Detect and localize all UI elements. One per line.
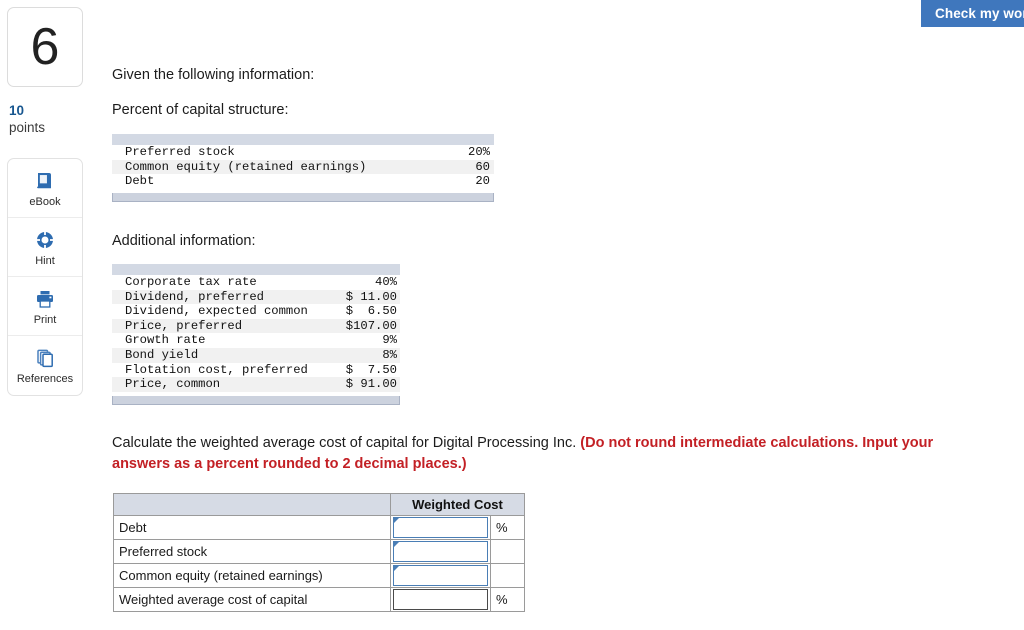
row-value: 60 (475, 159, 490, 174)
additional-information-table: Corporate tax rate 40% Dividend, preferr… (112, 264, 400, 405)
lifebuoy-icon (34, 228, 56, 252)
row-value: $107.00 (345, 318, 397, 333)
preferred-stock-weighted-cost-input[interactable] (393, 541, 488, 562)
answer-header-blank (113, 493, 391, 516)
answer-input-cell[interactable] (390, 515, 491, 540)
answer-table-header-row: Weighted Cost (113, 493, 525, 516)
tool-item-ebook[interactable]: eBook (8, 159, 82, 218)
tool-label-ebook: eBook (29, 195, 61, 208)
question-prompt: Calculate the weighted average cost of c… (112, 433, 974, 475)
row-value: 9% (382, 333, 397, 348)
table-row: Debt 20 (112, 174, 494, 189)
question-left-rail: 6 10 points eBook Hint Print References (7, 7, 85, 396)
table-row: Common equity (retained earnings) 60 (112, 159, 494, 175)
row-value: $ 6.50 (345, 304, 397, 319)
table-row: Corporate tax rate 40% (112, 275, 400, 290)
answer-unit-label: % (490, 587, 525, 612)
answer-unit-label (490, 539, 525, 564)
table-row: Price, preferred $107.00 (112, 318, 400, 334)
answer-row-label: Preferred stock (113, 539, 391, 564)
tool-rail: eBook Hint Print References (7, 158, 83, 396)
table-body: Corporate tax rate 40% Dividend, preferr… (112, 275, 400, 392)
question-number-value: 6 (30, 18, 60, 76)
table-row: Weighted average cost of capital % (113, 587, 525, 612)
printer-icon (34, 287, 56, 311)
percent-capital-structure-label: Percent of capital structure: (112, 102, 289, 118)
question-number-badge: 6 (7, 7, 83, 87)
row-label: Price, common (125, 377, 221, 392)
copy-pages-icon (34, 346, 56, 370)
given-information-label: Given the following information: (112, 67, 315, 83)
table-row: Dividend, preferred $ 11.00 (112, 289, 400, 305)
tool-label-hint: Hint (35, 254, 55, 267)
table-row: Bond yield 8% (112, 347, 400, 363)
points-value: 10 (9, 103, 25, 118)
capital-structure-table: Preferred stock 20% Common equity (retai… (112, 134, 494, 202)
row-value: 20% (468, 145, 490, 159)
answer-unit-label: % (490, 515, 525, 540)
points-block: 10 points (7, 103, 85, 136)
question-prompt-text: Calculate the weighted average cost of c… (112, 435, 581, 451)
tool-item-print[interactable]: Print (8, 277, 82, 336)
table-header-bar (112, 134, 494, 145)
row-value: $ 91.00 (345, 377, 397, 392)
row-value: $ 7.50 (345, 362, 397, 377)
row-label: Flotation cost, preferred (125, 362, 308, 377)
row-value: $ 11.00 (345, 289, 397, 304)
answer-input-cell[interactable] (390, 539, 491, 564)
row-label: Bond yield (125, 347, 199, 362)
row-label: Corporate tax rate (125, 275, 257, 289)
row-label: Debt (125, 174, 155, 189)
answer-header-weighted-cost: Weighted Cost (390, 493, 525, 516)
check-my-work-button[interactable]: Check my work (921, 0, 1024, 27)
answer-table: Weighted Cost Debt % Preferred stock Com… (113, 493, 525, 612)
row-label: Growth rate (125, 333, 206, 348)
row-label: Dividend, preferred (125, 289, 264, 304)
tool-label-print: Print (33, 313, 57, 326)
additional-information-label: Additional information: (112, 233, 256, 249)
table-header-bar (112, 264, 400, 275)
row-label: Preferred stock (125, 145, 235, 159)
row-value: 40% (375, 275, 397, 289)
table-row: Common equity (retained earnings) (113, 563, 525, 588)
debt-weighted-cost-input[interactable] (393, 517, 488, 538)
table-row: Debt % (113, 515, 525, 540)
common-equity-weighted-cost-input[interactable] (393, 565, 488, 586)
row-value: 8% (382, 347, 397, 362)
row-value: 20 (475, 174, 490, 189)
row-label: Price, preferred (125, 318, 243, 333)
answer-unit-label (490, 563, 525, 588)
row-label: Common equity (retained earnings) (125, 159, 367, 174)
ebook-icon (34, 169, 56, 193)
table-row: Preferred stock (113, 539, 525, 564)
table-row: Growth rate 9% (112, 333, 400, 348)
table-footer-bar (112, 395, 400, 405)
answer-input-cell[interactable] (390, 587, 491, 612)
answer-row-label: Weighted average cost of capital (113, 587, 391, 612)
answer-row-label: Common equity (retained earnings) (113, 563, 391, 588)
tool-label-references: References (16, 373, 74, 385)
table-row: Preferred stock 20% (112, 145, 494, 160)
row-label: Dividend, expected common (125, 304, 308, 319)
table-footer-bar (112, 192, 494, 202)
wacc-input[interactable] (393, 589, 488, 610)
answer-row-label: Debt (113, 515, 391, 540)
table-row: Dividend, expected common $ 6.50 (112, 304, 400, 319)
table-row: Price, common $ 91.00 (112, 377, 400, 392)
table-row: Flotation cost, preferred $ 7.50 (112, 363, 400, 378)
tool-item-references[interactable]: References (8, 336, 82, 395)
tool-item-hint[interactable]: Hint (8, 218, 82, 277)
points-label: points (9, 120, 46, 135)
answer-input-cell[interactable] (390, 563, 491, 588)
table-body: Preferred stock 20% Common equity (retai… (112, 145, 494, 189)
